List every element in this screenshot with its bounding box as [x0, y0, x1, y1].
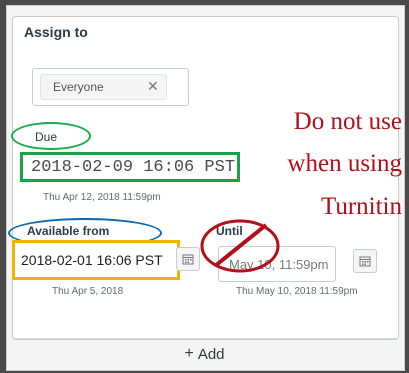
- add-button-label: Add: [197, 345, 225, 363]
- plus-icon: +: [184, 345, 194, 362]
- due-date-caption: Thu Apr 12, 2018 11:59pm: [43, 192, 161, 203]
- available-from-label: Available from: [27, 224, 110, 238]
- due-label: Due: [35, 130, 58, 144]
- assignee-chip-label: Everyone: [53, 80, 104, 94]
- assign-to-label: Assign to: [24, 24, 88, 40]
- until-calendar-button[interactable]: [353, 249, 377, 273]
- warning-line-1: Do not use: [293, 108, 402, 135]
- available-from-caption: Thu Apr 5, 2018: [52, 286, 124, 297]
- due-date-input[interactable]: 2018-02-09 16:06 PST: [20, 152, 240, 182]
- available-from-value: 2018-02-01 16:06 PST: [21, 252, 163, 268]
- add-button[interactable]: + Add: [12, 338, 397, 369]
- warning-line-3: Turnitin: [320, 193, 402, 220]
- warning-line-2: when using: [287, 150, 402, 177]
- calendar-icon: [182, 254, 194, 265]
- prohibited-icon: [200, 219, 280, 273]
- due-date-value: 2018-02-09 16:06 PST: [31, 157, 236, 177]
- close-icon[interactable]: ✕: [147, 78, 159, 95]
- available-from-calendar-button[interactable]: [176, 247, 200, 271]
- until-date-caption: Thu May 10, 2018 11:59pm: [236, 286, 358, 297]
- assignee-chip: Everyone ✕: [40, 74, 167, 100]
- available-from-input[interactable]: 2018-02-01 16:06 PST: [12, 240, 180, 280]
- calendar-icon: [359, 256, 371, 267]
